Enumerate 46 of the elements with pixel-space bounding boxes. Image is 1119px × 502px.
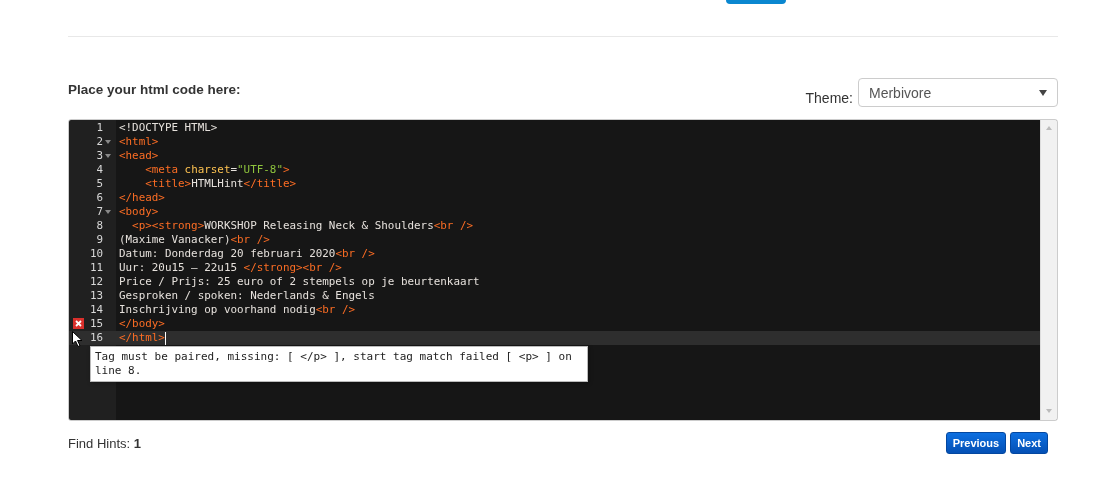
code-line: <meta charset="UTF-8"> (144, 163, 290, 177)
line-number: 16 (89, 331, 103, 345)
code-line: Price / Prijs: 25 euro of 2 stempels op je beurtenkaart (118, 275, 480, 289)
error-tooltip: Tag must be paired, missing: [ </p> ], start tag match failed [ <p> ] on line 8. (90, 346, 588, 382)
code-line: Uur: 20u15 – 22u15 </strong><br /> (118, 261, 342, 275)
code-line: <head> (118, 149, 159, 163)
section-heading: Place your html code here: (68, 82, 241, 99)
line-number: 6 (96, 191, 103, 205)
code-line: Inschrijving op voorhand nodig<br /> (118, 303, 356, 317)
code-line: <title>HTMLHint</title> (144, 177, 297, 191)
code-line: <body> (118, 205, 159, 219)
top-button[interactable] (726, 0, 786, 4)
theme-label: Theme: (805, 90, 853, 106)
line-number: 7 (96, 205, 103, 219)
line-number: 10 (89, 247, 103, 261)
scrollbar[interactable] (1040, 120, 1057, 420)
line-number: 2 (96, 135, 103, 149)
code-line: (Maxime Vanacker)<br /> (118, 233, 270, 247)
code-line: <!DOCTYPE HTML> (118, 121, 218, 135)
line-number: 9 (96, 233, 103, 247)
fold-icon[interactable] (104, 154, 111, 158)
code-line: </body> (118, 317, 165, 331)
line-number: 14 (89, 303, 103, 317)
line-number: 4 (96, 163, 103, 177)
code-line: Datum: Donderdag 20 februari 2020<br /> (118, 247, 375, 261)
theme-select[interactable]: Merbivore (858, 78, 1058, 107)
caret-icon (1039, 89, 1047, 96)
code-line: </html> (118, 331, 166, 345)
previous-button[interactable]: Previous (945, 432, 1007, 454)
line-number: 11 (89, 261, 103, 275)
line-number: 3 (96, 149, 103, 163)
line-number: 13 (89, 289, 103, 303)
mouse-pointer-icon (72, 331, 83, 347)
fold-icon[interactable] (104, 210, 111, 214)
line-number: 15 (89, 317, 103, 331)
code-line: Gesproken / spoken: Nederlands & Engels (118, 289, 375, 303)
next-button[interactable]: Next (1010, 432, 1048, 454)
line-number: 1 (96, 121, 103, 135)
code-line: </head> (118, 191, 165, 205)
fold-icon[interactable] (104, 140, 111, 144)
line-number: 5 (96, 177, 103, 191)
code-line: <html> (118, 135, 159, 149)
hints-count-label: Find Hints: 1 (68, 435, 141, 451)
line-number: 12 (89, 275, 103, 289)
line-number: 8 (96, 219, 103, 233)
code-line: <p><strong>WORKSHOP Releasing Neck & Shoulders<br /> (131, 219, 474, 233)
